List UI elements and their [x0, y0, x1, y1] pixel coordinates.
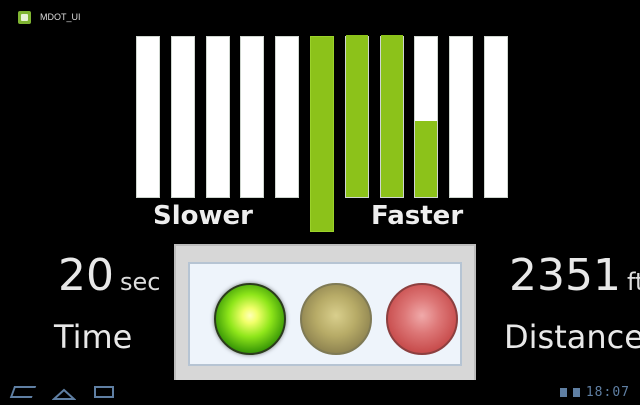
recent-apps-icon[interactable] [94, 386, 114, 398]
speed-bar [380, 35, 404, 198]
speed-bar-fill [381, 35, 403, 197]
usb-icon [559, 388, 567, 397]
distance-unit: ft [626, 268, 640, 296]
status-area: 18:07 [559, 385, 630, 400]
time-label: Time [54, 318, 133, 356]
speed-bar [275, 36, 299, 198]
green-light [214, 283, 286, 355]
home-icon[interactable] [51, 386, 77, 400]
distance-readout: 2351 ft [509, 250, 640, 301]
faster-label: Faster [371, 201, 464, 231]
distance-label: Distance [504, 318, 640, 356]
title-bar: MDOT_UI [0, 0, 640, 30]
speed-bar [171, 36, 195, 198]
speed-bar [449, 36, 473, 198]
traffic-signal-inner [188, 262, 462, 366]
speed-bar [240, 36, 264, 198]
yellow-light [300, 283, 372, 355]
traffic-signal-panel [174, 244, 476, 386]
time-readout: 20 sec [58, 250, 160, 301]
speed-bar-fill [415, 121, 437, 197]
time-unit: sec [120, 268, 161, 296]
speed-bar-fill [346, 35, 368, 197]
speed-bar [136, 36, 160, 198]
speed-bar [206, 36, 230, 198]
notification-icon [572, 388, 580, 397]
distance-value: 2351 [509, 250, 621, 301]
slower-label: Slower [153, 201, 253, 231]
time-value: 20 [58, 250, 114, 301]
speed-bar [345, 35, 369, 198]
speed-bar [310, 36, 334, 232]
speed-bar [484, 36, 508, 198]
app-title: MDOT_UI [40, 12, 81, 22]
app-icon [18, 11, 31, 24]
speed-bar [414, 36, 438, 198]
back-icon[interactable] [9, 386, 37, 398]
clock: 18:07 [585, 385, 630, 400]
red-light [386, 283, 458, 355]
